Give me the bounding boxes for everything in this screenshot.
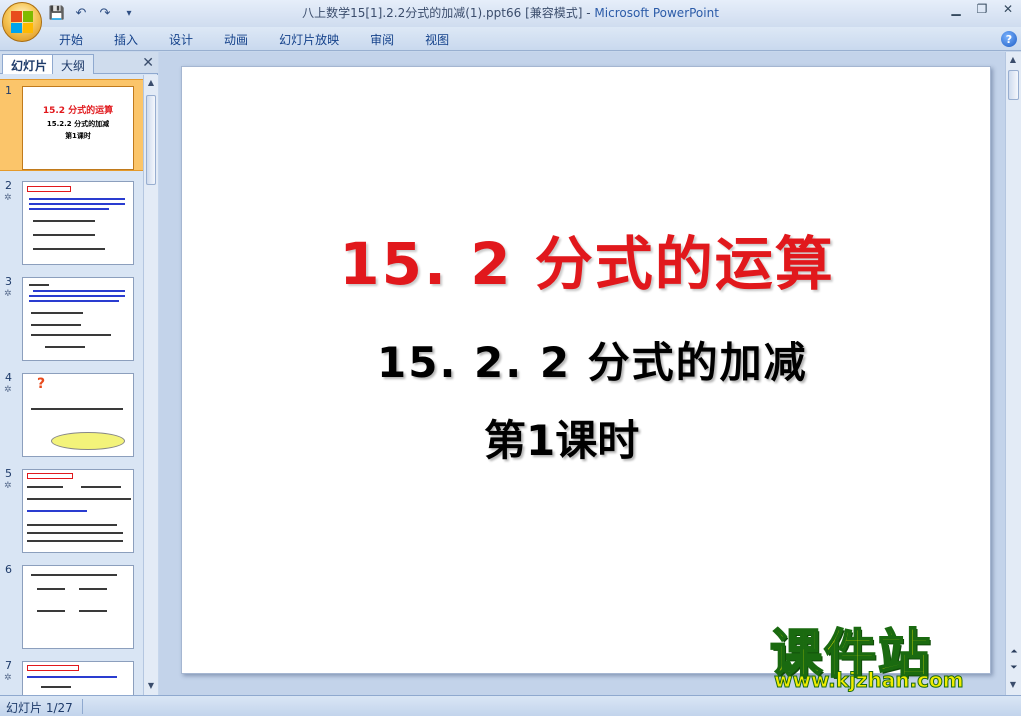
thumb-box xyxy=(27,186,71,192)
scroll-up-icon[interactable]: ▲ xyxy=(146,78,156,88)
thumb-box xyxy=(27,473,73,479)
slide-thumbnail-3[interactable]: 3 ✲ xyxy=(0,271,143,363)
slide-title[interactable]: 15. 2 分式的运算 xyxy=(182,217,992,301)
slide-editor: 15. 2 分式的运算 15. 2. 2 分式的加减 第1课时 ▲ ⏶ ⏷ ▼ xyxy=(159,52,1021,695)
app-name: Microsoft PowerPoint xyxy=(594,6,719,20)
pane-tabs: 幻灯片 大纲 ✕ xyxy=(0,52,158,74)
status-bar: 幻灯片 1/27 xyxy=(0,695,1021,716)
title-separator: - xyxy=(582,6,595,20)
minimize-icon[interactable]: ▁ xyxy=(943,0,969,18)
close-pane-icon[interactable]: ✕ xyxy=(142,55,154,71)
editor-scrollbar[interactable]: ▲ ⏶ ⏷ ▼ xyxy=(1005,52,1021,695)
animation-icon: ✲ xyxy=(4,385,12,395)
window-controls: ▁ ❐ ✕ xyxy=(943,0,1021,18)
ribbon: 开始 插入 设计 动画 幻灯片放映 审阅 视图 ? xyxy=(0,27,1021,51)
tab-outline[interactable]: 大纲 xyxy=(52,54,95,74)
title-bar: 💾 ↶ ↷ ▾ 八上数学15[1].2.2分式的加减(1).ppt66 [兼容模… xyxy=(0,0,1021,27)
tab-home[interactable]: 开始 xyxy=(48,30,94,50)
current-slide[interactable]: 15. 2 分式的运算 15. 2. 2 分式的加减 第1课时 xyxy=(181,66,991,674)
document-title: 八上数学15[1].2.2分式的加减(1).ppt66 [兼容模式] xyxy=(302,6,583,20)
slide-number: 3 xyxy=(5,275,12,288)
slide-preview xyxy=(22,661,134,695)
tab-view[interactable]: 视图 xyxy=(414,30,460,50)
slide-number: 4 xyxy=(5,371,12,384)
thumb-box xyxy=(27,665,79,671)
slide-thumbnail-6[interactable]: 6 xyxy=(0,559,143,651)
slide-thumbnail-4[interactable]: 4 ✲ ? xyxy=(0,367,143,459)
tab-slides[interactable]: 幻灯片 xyxy=(2,54,57,74)
ribbon-tabs: 开始 插入 设计 动画 幻灯片放映 审阅 视图 xyxy=(48,30,469,50)
slide-number: 1 xyxy=(5,84,12,97)
slide-number: 2 xyxy=(5,179,12,192)
slide-number: 5 xyxy=(5,467,12,480)
slide-lesson-label[interactable]: 第1课时 xyxy=(484,407,639,468)
thumbnails-scrollbar[interactable]: ▲ ▼ xyxy=(143,75,158,695)
tab-design[interactable]: 设计 xyxy=(158,30,204,50)
status-divider xyxy=(82,699,83,714)
animation-icon: ✲ xyxy=(4,481,12,491)
office-logo-icon xyxy=(11,11,33,33)
slide-thumbnail-7[interactable]: 7 ✲ xyxy=(0,655,143,695)
animation-icon: ✲ xyxy=(4,193,12,203)
tab-insert[interactable]: 插入 xyxy=(103,30,149,50)
scroll-up-icon[interactable]: ▲ xyxy=(1008,55,1018,65)
help-icon[interactable]: ? xyxy=(1001,31,1017,47)
animation-icon: ✲ xyxy=(4,673,12,683)
tab-animations[interactable]: 动画 xyxy=(213,30,259,50)
slide-preview xyxy=(22,565,134,649)
slide-subtitle[interactable]: 15. 2. 2 分式的加减 xyxy=(377,329,808,390)
restore-icon[interactable]: ❐ xyxy=(969,0,995,18)
thought-bubble xyxy=(51,432,125,450)
thumb-title: 15.2 分式的运算 xyxy=(42,106,114,116)
close-window-icon[interactable]: ✕ xyxy=(995,0,1021,18)
slide-preview xyxy=(22,469,134,553)
slide-thumbnail-2[interactable]: 2 ✲ xyxy=(0,175,143,267)
animation-icon: ✲ xyxy=(4,289,12,299)
slide-number: 6 xyxy=(5,563,12,576)
tab-review[interactable]: 审阅 xyxy=(359,30,405,50)
slide-preview xyxy=(22,181,134,265)
slide-counter: 幻灯片 1/27 xyxy=(6,701,73,715)
scrollbar-thumb[interactable] xyxy=(1008,70,1019,100)
thumb-subtitle: 15.2.2 分式的加减 xyxy=(46,120,110,128)
slide-number: 7 xyxy=(5,659,12,672)
office-button[interactable] xyxy=(2,2,42,42)
slide-preview: 15.2 分式的运算 15.2.2 分式的加减 第1课时 xyxy=(22,86,134,170)
watermark: 课件站 www.kjzhan.com xyxy=(769,612,1010,693)
slides-pane: 幻灯片 大纲 ✕ 1 15.2 分式的运算 15.2.2 分式的加减 第1课时 … xyxy=(0,52,158,695)
slide-thumbnail-5[interactable]: 5 ✲ xyxy=(0,463,143,555)
scrollbar-thumb[interactable] xyxy=(146,95,156,185)
slide-preview xyxy=(22,277,134,361)
tab-slide-show[interactable]: 幻灯片放映 xyxy=(268,30,350,50)
thumb-subtitle2: 第1课时 xyxy=(65,132,91,140)
slide-thumbnail-1[interactable]: 1 15.2 分式的运算 15.2.2 分式的加减 第1课时 xyxy=(0,79,143,171)
scroll-down-icon[interactable]: ▼ xyxy=(146,681,156,691)
slide-thumbnails: 1 15.2 分式的运算 15.2.2 分式的加减 第1课时 2 ✲ 3 ✲ 4… xyxy=(0,75,143,695)
window-title: 八上数学15[1].2.2分式的加减(1).ppt66 [兼容模式] - Mic… xyxy=(0,4,1021,21)
question-mark-icon: ? xyxy=(37,376,46,392)
watermark-url: www.kjzhan.com xyxy=(774,668,965,693)
slide-preview: ? xyxy=(22,373,134,457)
